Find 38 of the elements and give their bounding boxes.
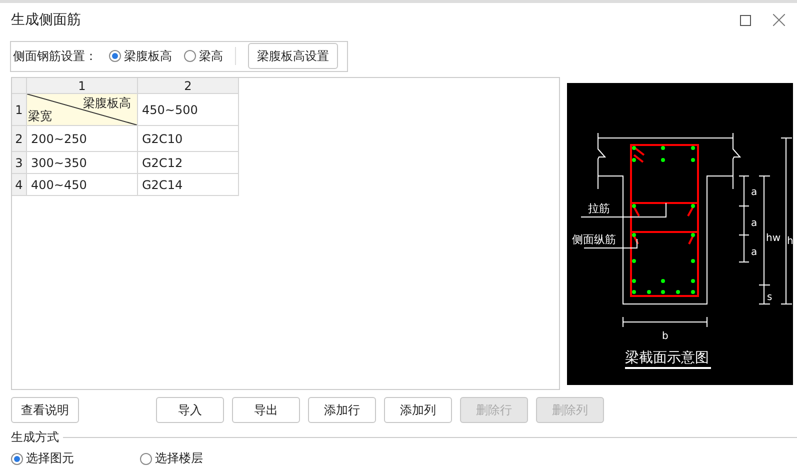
dimension-label: a	[751, 247, 758, 258]
table-cell[interactable]: 200~250	[27, 126, 138, 152]
dimension-label: a	[751, 187, 758, 198]
column-header: 2	[138, 78, 239, 94]
dimension-label: h	[787, 236, 793, 248]
cell-text: 梁宽	[28, 108, 52, 126]
row-number: 1	[12, 94, 27, 126]
action-button[interactable]: 导出	[232, 397, 300, 423]
action-button[interactable]: 添加列	[384, 397, 452, 423]
dimension-label: hw	[766, 233, 781, 244]
diagram-caption: 梁截面示意图	[625, 350, 709, 366]
cell-text: 梁腹板高	[83, 95, 131, 112]
table-cell[interactable]: G2C14	[138, 174, 239, 196]
dimension-label: a	[751, 218, 758, 230]
table-cell[interactable]: 300~350	[27, 152, 138, 174]
action-button[interactable]: 导入	[156, 397, 224, 423]
table-cell[interactable]: G2C12	[138, 152, 239, 174]
row-number: 3	[12, 152, 27, 174]
table-cell[interactable]: 450~500	[138, 94, 239, 126]
table-cell[interactable]: G2C10	[138, 126, 239, 152]
radio-option[interactable]: 选择图元	[11, 450, 74, 467]
dimension-label: s	[767, 292, 772, 304]
radio-option[interactable]: 选择楼层	[140, 450, 203, 467]
radio-option[interactable]: 梁高	[184, 48, 223, 65]
side-bar-label: 侧面纵筋	[572, 233, 616, 246]
row-number: 4	[12, 174, 27, 196]
web-height-settings-button[interactable]: 梁腹板高设置	[248, 43, 338, 70]
setting-label: 侧面钢筋设置：	[13, 48, 97, 65]
row-number: 2	[12, 126, 27, 152]
column-header: 1	[27, 78, 138, 94]
radio-option[interactable]: 梁腹板高	[109, 48, 172, 65]
window-title: 生成侧面筋	[11, 11, 82, 30]
table-cell[interactable]: 400~450	[27, 174, 138, 196]
help-button[interactable]: 查看说明	[11, 397, 79, 423]
action-button[interactable]: 添加行	[308, 397, 376, 423]
tie-label: 拉筋	[588, 202, 610, 216]
section-title: 生成方式	[11, 429, 59, 446]
dimension-label: b	[662, 331, 668, 342]
